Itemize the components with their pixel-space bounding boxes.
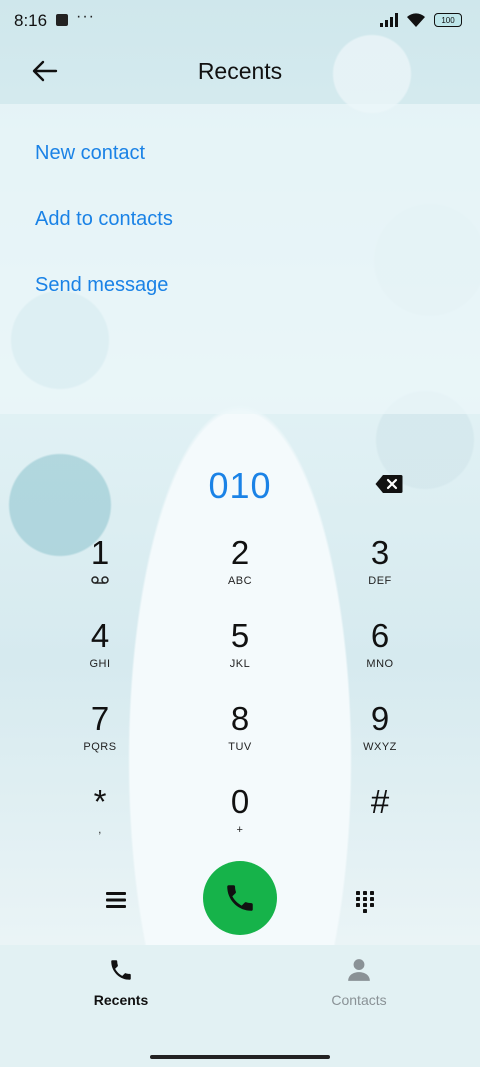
key-2[interactable]: 2 ABC bbox=[180, 535, 300, 615]
key-letters: GHI bbox=[89, 658, 111, 670]
key-digit: * bbox=[93, 783, 107, 820]
tab-label: Recents bbox=[93, 992, 149, 1008]
header: Recents bbox=[0, 44, 480, 98]
call-button[interactable] bbox=[203, 861, 277, 935]
send-message-option[interactable]: Send message bbox=[35, 274, 168, 297]
key-9[interactable]: 9 WXYZ bbox=[320, 701, 440, 781]
notification-icon bbox=[56, 14, 68, 26]
tab-contacts[interactable]: Contacts bbox=[289, 957, 429, 1008]
home-indicator[interactable] bbox=[150, 1055, 330, 1059]
key-digit: 1 bbox=[90, 534, 110, 571]
key-7[interactable]: 7 PQRS bbox=[40, 701, 160, 781]
key-8[interactable]: 8 TUV bbox=[180, 701, 300, 781]
key-digit: 9 bbox=[370, 700, 390, 737]
key-letters: DEF bbox=[368, 575, 392, 587]
key-letters: ABC bbox=[227, 575, 253, 587]
key-6[interactable]: 6 MNO bbox=[320, 618, 440, 698]
key-hash[interactable]: # bbox=[320, 784, 440, 864]
key-digit: 3 bbox=[370, 534, 390, 571]
status-bar: 8:16 ··· 100 bbox=[0, 0, 480, 42]
key-3[interactable]: 3 DEF bbox=[320, 535, 440, 615]
key-star[interactable]: * , bbox=[40, 784, 160, 864]
dialpad-icon[interactable] bbox=[355, 890, 375, 914]
tab-recents[interactable]: Recents bbox=[51, 957, 191, 1008]
wifi-icon bbox=[407, 13, 425, 27]
person-icon bbox=[348, 959, 370, 981]
key-letters: + bbox=[236, 824, 244, 836]
phone-icon bbox=[111, 960, 131, 980]
signal-icon bbox=[380, 13, 398, 27]
key-letters: , bbox=[98, 824, 102, 836]
key-4[interactable]: 4 GHI bbox=[40, 618, 160, 698]
key-digit: 6 bbox=[370, 617, 390, 654]
key-letters: PQRS bbox=[83, 741, 117, 753]
key-digit: 7 bbox=[90, 700, 110, 737]
key-digit: 0 bbox=[230, 783, 250, 820]
tab-label: Contacts bbox=[331, 992, 387, 1008]
add-to-contacts-option[interactable]: Add to contacts bbox=[35, 208, 173, 231]
key-letters: WXYZ bbox=[363, 741, 397, 753]
key-digit: 2 bbox=[230, 534, 250, 571]
more-notifications-icon: ··· bbox=[76, 8, 95, 25]
key-digit: # bbox=[370, 783, 390, 820]
key-1[interactable]: 1 bbox=[40, 535, 160, 615]
key-0[interactable]: 0 + bbox=[180, 784, 300, 864]
dialed-number: 010 bbox=[208, 465, 272, 506]
key-5[interactable]: 5 JKL bbox=[180, 618, 300, 698]
page-title: Recents bbox=[197, 58, 283, 84]
key-letters: TUV bbox=[228, 741, 252, 753]
battery-icon: 100 bbox=[434, 13, 462, 27]
phone-icon bbox=[227, 885, 253, 911]
battery-level: 100 bbox=[441, 15, 455, 25]
key-digit: 8 bbox=[230, 700, 250, 737]
voicemail-icon bbox=[91, 576, 109, 584]
key-digit: 5 bbox=[230, 617, 250, 654]
key-digit: 4 bbox=[90, 617, 110, 654]
new-contact-option[interactable]: New contact bbox=[35, 142, 145, 165]
menu-icon[interactable] bbox=[105, 891, 127, 909]
dialer-actions bbox=[0, 860, 480, 936]
tab-bar: Recents Contacts bbox=[0, 945, 480, 1067]
status-time: 8:16 bbox=[14, 11, 48, 30]
backspace-icon[interactable] bbox=[375, 474, 403, 494]
key-letters: MNO bbox=[366, 658, 394, 670]
key-letters: JKL bbox=[229, 658, 251, 670]
